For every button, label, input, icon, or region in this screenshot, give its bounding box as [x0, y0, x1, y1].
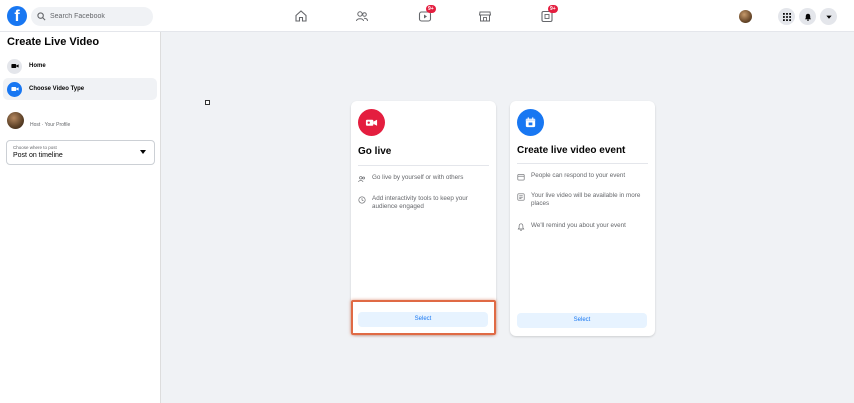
sidebar-item-choose-video-type[interactable]: Choose Video Type — [3, 78, 157, 100]
news-feed-icon — [517, 193, 525, 201]
feature-text: Add interactivity tools to keep your aud… — [372, 195, 468, 210]
event-calendar-icon — [517, 174, 525, 181]
cursor-marker — [205, 100, 210, 105]
home-icon — [295, 10, 307, 22]
friends-icon — [356, 11, 368, 22]
select-label: Choose where to post — [13, 145, 57, 150]
people-icon — [358, 176, 365, 183]
feature-text: Your live video will be available in mor… — [531, 192, 641, 207]
feature-text: We'll remind you about your event — [531, 222, 626, 229]
bell-icon — [517, 223, 525, 231]
account-button[interactable] — [820, 8, 837, 25]
live-video-icon — [358, 109, 385, 136]
feature-item: Your live video will be available in mor… — [517, 192, 649, 208]
facebook-logo[interactable]: f — [7, 6, 27, 26]
nav-gaming[interactable]: 9+ — [538, 5, 558, 24]
caret-down-icon — [140, 150, 146, 154]
calendar-icon — [517, 109, 544, 136]
feature-item: People can respond to your event — [517, 172, 649, 181]
marketplace-icon — [478, 11, 492, 22]
watch-badge: 9+ — [426, 5, 436, 13]
sidebar-item-label: Home — [29, 63, 46, 69]
go-live-select-button[interactable]: Select — [358, 312, 488, 327]
live-event-select-button[interactable]: Select — [517, 313, 647, 328]
nav-watch[interactable]: 9+ — [416, 5, 436, 24]
divider — [358, 165, 489, 166]
search-input[interactable] — [50, 13, 150, 20]
nav-friends[interactable] — [353, 8, 371, 24]
sidebar: Create Live Video Home Choose Video Type… — [0, 32, 161, 403]
chevron-down-icon — [825, 15, 832, 19]
nav-home[interactable] — [292, 8, 310, 24]
notifications-button[interactable] — [799, 8, 816, 25]
card-title: Go live — [358, 146, 392, 157]
host-label: Host · Your Profile — [30, 122, 71, 128]
sidebar-item-home[interactable]: Home — [3, 55, 157, 77]
feature-text: Go live by yourself or with others — [372, 174, 464, 181]
search-icon — [37, 12, 46, 21]
live-event-card[interactable]: Create live video event People can respo… — [510, 101, 655, 336]
feature-item: Go live by yourself or with others — [358, 174, 490, 183]
host-avatar[interactable] — [7, 112, 24, 129]
clock-icon — [358, 196, 366, 204]
go-live-card[interactable]: Go live Go live by yourself or with othe… — [351, 101, 496, 335]
page-title: Create Live Video — [7, 36, 100, 48]
divider — [517, 163, 648, 164]
nav-marketplace[interactable] — [476, 8, 494, 24]
sidebar-item-label: Choose Video Type — [29, 86, 85, 92]
top-navigation-bar: f 9+ 9+ — [0, 0, 854, 32]
post-destination-select[interactable]: Choose where to post Post on timeline — [6, 140, 155, 165]
profile-avatar[interactable] — [739, 10, 752, 23]
feature-text: People can respond to your event — [531, 172, 626, 179]
feature-item: We'll remind you about your event — [517, 222, 649, 231]
select-value: Post on timeline — [13, 152, 63, 159]
bell-icon — [804, 13, 811, 21]
video-camera-icon — [7, 81, 22, 97]
feature-item: Add interactivity tools to keep your aud… — [358, 195, 490, 211]
menu-button[interactable] — [778, 8, 795, 25]
gaming-badge: 9+ — [548, 5, 558, 13]
search-box[interactable] — [31, 7, 153, 26]
card-title: Create live video event — [517, 145, 626, 156]
grid-menu-icon — [782, 12, 791, 21]
video-camera-icon — [7, 58, 22, 74]
